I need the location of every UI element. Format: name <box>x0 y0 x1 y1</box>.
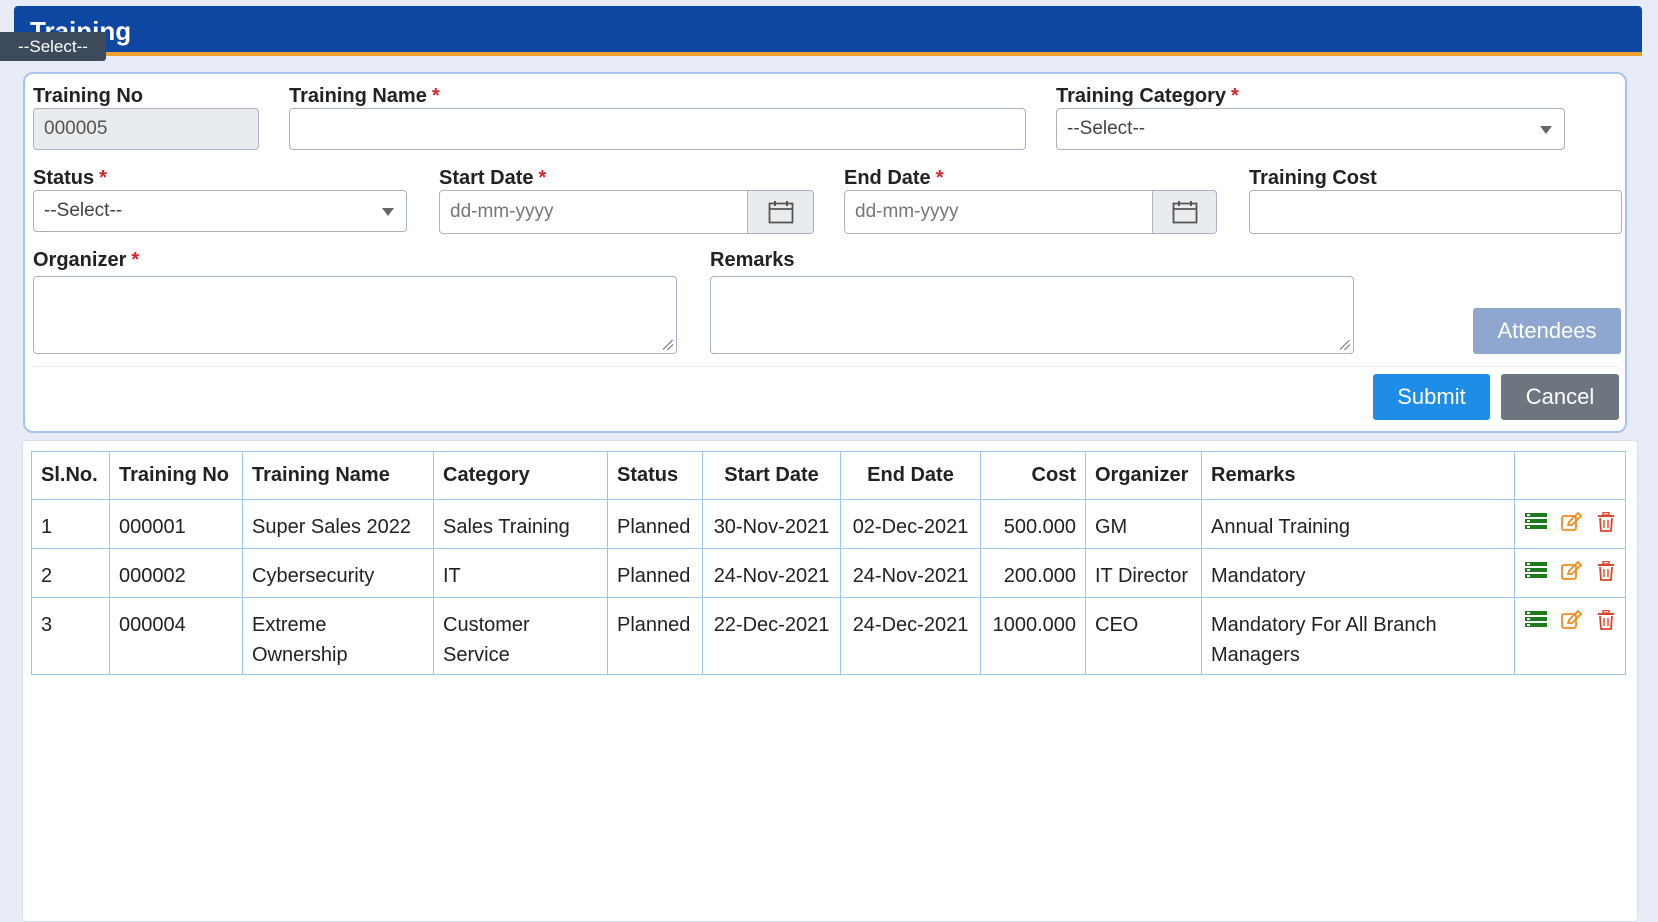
resize-handle-icon[interactable] <box>1340 340 1350 350</box>
calendar-icon <box>1172 201 1197 224</box>
cell-training-name: Cybersecurity <box>242 548 434 598</box>
page-header: Training <box>14 6 1642 56</box>
column-header-category: Category <box>433 451 608 500</box>
cell-category: Customer Service <box>433 597 608 675</box>
cell-training-no: 000002 <box>109 548 243 598</box>
table-row: 3 000004 Extreme Ownership Customer Serv… <box>31 597 1626 675</box>
cancel-button[interactable]: Cancel <box>1501 374 1619 420</box>
trash-icon[interactable] <box>1597 610 1615 630</box>
training-category-select[interactable]: --Select-- <box>1056 108 1565 150</box>
column-header-end-date: End Date <box>840 451 981 500</box>
trash-icon[interactable] <box>1597 512 1615 532</box>
attendees-button[interactable]: Attendees <box>1473 308 1621 354</box>
trainings-table: Sl.No. Training No Training Name Categor… <box>31 451 1626 675</box>
training-category-label: Training Category * <box>1056 85 1239 107</box>
cell-organizer: GM <box>1085 499 1202 549</box>
column-header-slno: Sl.No. <box>31 451 110 500</box>
cell-actions <box>1514 597 1626 675</box>
cell-end-date: 24-Nov-2021 <box>840 548 981 598</box>
column-header-training-no: Training No <box>109 451 243 500</box>
cell-slno: 1 <box>31 499 110 549</box>
cell-remarks: Mandatory For All Branch Managers <box>1201 597 1515 675</box>
trash-icon[interactable] <box>1597 561 1615 581</box>
cell-end-date: 24-Dec-2021 <box>840 597 981 675</box>
chevron-down-icon <box>382 208 394 216</box>
resize-handle-icon[interactable] <box>663 340 673 350</box>
cell-actions <box>1514 499 1626 549</box>
training-no-label: Training No <box>33 85 143 107</box>
table-header-row: Sl.No. Training No Training Name Categor… <box>31 451 1626 500</box>
training-no-field: 000005 <box>33 108 259 150</box>
end-date-calendar-button[interactable] <box>1153 190 1217 234</box>
cell-category: Sales Training <box>433 499 608 549</box>
cell-status: Planned <box>607 597 703 675</box>
cell-start-date: 22-Dec-2021 <box>702 597 841 675</box>
cell-status: Planned <box>607 548 703 598</box>
list-view-icon[interactable] <box>1525 561 1547 579</box>
edit-icon[interactable] <box>1561 610 1583 630</box>
cell-start-date: 30-Nov-2021 <box>702 499 841 549</box>
list-view-icon[interactable] <box>1525 512 1547 530</box>
select-tooltip: --Select-- <box>0 32 106 61</box>
cell-remarks: Annual Training <box>1201 499 1515 549</box>
status-select[interactable]: --Select-- <box>33 190 407 232</box>
calendar-icon <box>768 201 793 224</box>
end-date-input[interactable]: dd-mm-yyyy <box>844 190 1153 234</box>
cell-organizer: CEO <box>1085 597 1202 675</box>
list-view-icon[interactable] <box>1525 610 1547 628</box>
column-header-actions <box>1514 451 1626 500</box>
start-date-calendar-button[interactable] <box>748 190 814 234</box>
cell-slno: 3 <box>31 597 110 675</box>
end-date-label: End Date * <box>844 167 944 189</box>
status-label: Status * <box>33 167 107 189</box>
remarks-textarea[interactable] <box>710 276 1354 354</box>
cell-training-no: 000001 <box>109 499 243 549</box>
cell-cost: 500.000 <box>980 499 1086 549</box>
column-header-remarks: Remarks <box>1201 451 1515 500</box>
cell-actions <box>1514 548 1626 598</box>
column-header-training-name: Training Name <box>242 451 434 500</box>
training-form: Training No 000005 Training Name * Traini… <box>23 72 1627 433</box>
start-date-label: Start Date * <box>439 167 547 189</box>
form-divider <box>33 366 1617 367</box>
cell-slno: 2 <box>31 548 110 598</box>
cell-organizer: IT Director <box>1085 548 1202 598</box>
column-header-cost: Cost <box>980 451 1086 500</box>
cell-training-name: Super Sales 2022 <box>242 499 434 549</box>
cell-end-date: 02-Dec-2021 <box>840 499 981 549</box>
training-name-input[interactable] <box>289 108 1026 150</box>
cell-remarks: Mandatory <box>1201 548 1515 598</box>
column-header-status: Status <box>607 451 703 500</box>
trainings-table-panel: Sl.No. Training No Training Name Categor… <box>22 440 1638 922</box>
cell-training-name: Extreme Ownership <box>242 597 434 675</box>
organizer-label: Organizer * <box>33 249 140 271</box>
cell-training-no: 000004 <box>109 597 243 675</box>
remarks-label: Remarks <box>710 249 795 271</box>
cell-cost: 1000.000 <box>980 597 1086 675</box>
organizer-textarea[interactable] <box>33 276 677 354</box>
column-header-start-date: Start Date <box>702 451 841 500</box>
start-date-input[interactable]: dd-mm-yyyy <box>439 190 748 234</box>
training-cost-input[interactable] <box>1249 190 1622 234</box>
cell-category: IT <box>433 548 608 598</box>
training-name-label: Training Name * <box>289 85 440 107</box>
edit-icon[interactable] <box>1561 561 1583 581</box>
submit-button[interactable]: Submit <box>1373 374 1490 420</box>
cell-cost: 200.000 <box>980 548 1086 598</box>
cell-start-date: 24-Nov-2021 <box>702 548 841 598</box>
cell-status: Planned <box>607 499 703 549</box>
column-header-organizer: Organizer <box>1085 451 1202 500</box>
chevron-down-icon <box>1540 126 1552 134</box>
edit-icon[interactable] <box>1561 512 1583 532</box>
table-row: 1 000001 Super Sales 2022 Sales Training… <box>31 499 1626 549</box>
training-cost-label: Training Cost <box>1249 167 1377 189</box>
table-row: 2 000002 Cybersecurity IT Planned 24-Nov… <box>31 548 1626 598</box>
